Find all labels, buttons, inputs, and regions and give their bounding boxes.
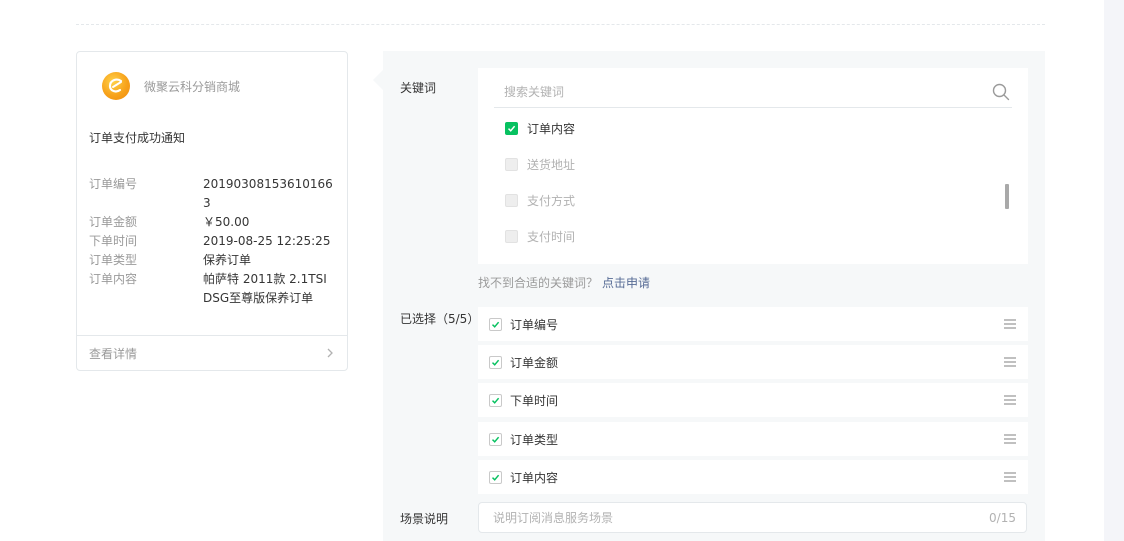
char-counter: 0/15 — [989, 510, 1016, 525]
field-label: 订单类型 — [89, 253, 138, 267]
selected-item[interactable]: 下单时间 — [478, 383, 1028, 417]
scene-label: 场景说明 — [400, 512, 449, 526]
hint-text: 找不到合适的关键词？ — [478, 276, 599, 290]
selected-item-label: 订单内容 — [510, 470, 559, 485]
selected-item-label: 订单编号 — [510, 317, 559, 332]
checkbox-checked[interactable] — [489, 355, 502, 369]
selected-item-label: 订单类型 — [510, 432, 559, 447]
field-value: 帕萨特 2011款 2.1TSI DSG至尊版保养订单 — [203, 272, 327, 305]
drag-handle-icon[interactable] — [1003, 433, 1017, 445]
preview-fields: 订单编号 201903081536101663 订单金额 ￥50.00 下单时间… — [89, 175, 339, 308]
selected-item-left: 订单内容 — [489, 469, 558, 486]
check-icon — [491, 474, 500, 481]
selected-item[interactable]: 订单类型 — [478, 422, 1028, 456]
selected-item-left: 订单金额 — [489, 354, 558, 371]
checkbox-checked[interactable] — [489, 317, 502, 331]
message-title: 订单支付成功通知 — [89, 131, 186, 145]
selected-item-label: 订单金额 — [510, 355, 559, 370]
field-row: 订单编号 201903081536101663 — [89, 175, 339, 213]
search-icon[interactable] — [992, 83, 1010, 101]
apply-keyword-link[interactable]: 点击申请 — [602, 276, 650, 290]
field-row: 下单时间 2019-08-25 12:25:25 — [89, 232, 339, 251]
top-divider — [76, 24, 1045, 25]
field-label: 订单金额 — [89, 215, 138, 229]
checkbox-disabled — [505, 193, 518, 207]
scene-placeholder: 说明订阅消息服务场景 — [493, 511, 614, 525]
drag-handle-icon[interactable] — [1003, 471, 1017, 483]
keyword-item: 送货地址 — [505, 156, 575, 172]
field-value: 2019-08-25 12:25:25 — [203, 234, 331, 248]
field-label: 下单时间 — [89, 234, 138, 248]
scene-description-input[interactable]: 说明订阅消息服务场景 0/15 — [478, 502, 1027, 533]
selected-item-left: 订单类型 — [489, 431, 558, 448]
search-input[interactable]: 搜索关键词 — [504, 83, 564, 100]
field-value: ￥50.00 — [203, 215, 250, 229]
keyword-item: 支付时间 — [505, 228, 575, 244]
checkbox-checked[interactable] — [489, 470, 502, 484]
check-icon — [491, 359, 500, 366]
selected-item[interactable]: 订单金额 — [478, 345, 1028, 379]
view-details-link[interactable]: 查看详情 — [89, 345, 137, 362]
selected-label: 已选择（5/5） — [400, 312, 480, 326]
page: 微聚云科分销商城 订单支付成功通知 订单编号 20190308153610166… — [0, 0, 1104, 541]
field-row: 订单金额 ￥50.00 — [89, 213, 339, 232]
message-preview-card: 微聚云科分销商城 订单支付成功通知 订单编号 20190308153610166… — [76, 51, 348, 371]
right-gutter — [1104, 0, 1124, 541]
keyword-label: 支付时间 — [527, 229, 576, 244]
field-value: 保养订单 — [203, 253, 252, 267]
check-icon — [491, 397, 500, 404]
check-icon — [491, 321, 500, 328]
keyword-picker: 搜索关键词 订单内容 送货地址 支付方式 支付时间 — [478, 68, 1028, 264]
keyword-item: 支付方式 — [505, 192, 575, 208]
keyword-search-bar[interactable]: 搜索关键词 — [494, 76, 1012, 108]
account-name: 微聚云科分销商城 — [144, 79, 241, 94]
field-row: 订单类型 保养订单 — [89, 251, 339, 270]
drag-handle-icon[interactable] — [1003, 394, 1017, 406]
keyword-item[interactable]: 订单内容 — [505, 120, 575, 136]
keyword-label: 订单内容 — [527, 121, 576, 136]
checkbox-checked[interactable] — [505, 121, 518, 135]
selected-item[interactable]: 订单编号 — [478, 307, 1028, 341]
field-row: 订单内容 帕萨特 2011款 2.1TSI DSG至尊版保养订单 — [89, 270, 339, 308]
check-icon — [491, 436, 500, 443]
card-header: 微聚云科分销商城 — [102, 72, 240, 100]
field-label: 订单编号 — [89, 177, 138, 191]
selected-item-label: 下单时间 — [510, 393, 559, 408]
account-logo-icon — [102, 72, 130, 100]
keyword-label: 送货地址 — [527, 157, 576, 172]
view-details-row[interactable]: 查看详情 — [77, 335, 347, 370]
check-icon — [507, 125, 516, 132]
panel-pointer — [373, 70, 383, 90]
keyword-scrollbar[interactable] — [1005, 184, 1009, 209]
checkbox-disabled — [505, 157, 518, 171]
checkbox-disabled — [505, 229, 518, 243]
checkbox-checked[interactable] — [489, 432, 502, 446]
drag-handle-icon[interactable] — [1003, 318, 1017, 330]
selected-item[interactable]: 订单内容 — [478, 460, 1028, 494]
chevron-right-icon — [327, 348, 333, 358]
keyword-settings-panel: 关键词 搜索关键词 订单内容 送货地址 支付方式 支付时间 找不到合适的关键词？… — [383, 51, 1045, 541]
keyword-label: 支付方式 — [527, 193, 576, 208]
selected-item-left: 订单编号 — [489, 316, 558, 333]
field-label: 订单内容 — [89, 272, 138, 286]
field-value: 201903081536101663 — [203, 177, 333, 210]
keyword-hint: 找不到合适的关键词？ 点击申请 — [478, 274, 650, 291]
selected-item-left: 下单时间 — [489, 392, 558, 409]
drag-handle-icon[interactable] — [1003, 356, 1017, 368]
keywords-label: 关键词 — [400, 81, 437, 95]
checkbox-checked[interactable] — [489, 393, 502, 407]
